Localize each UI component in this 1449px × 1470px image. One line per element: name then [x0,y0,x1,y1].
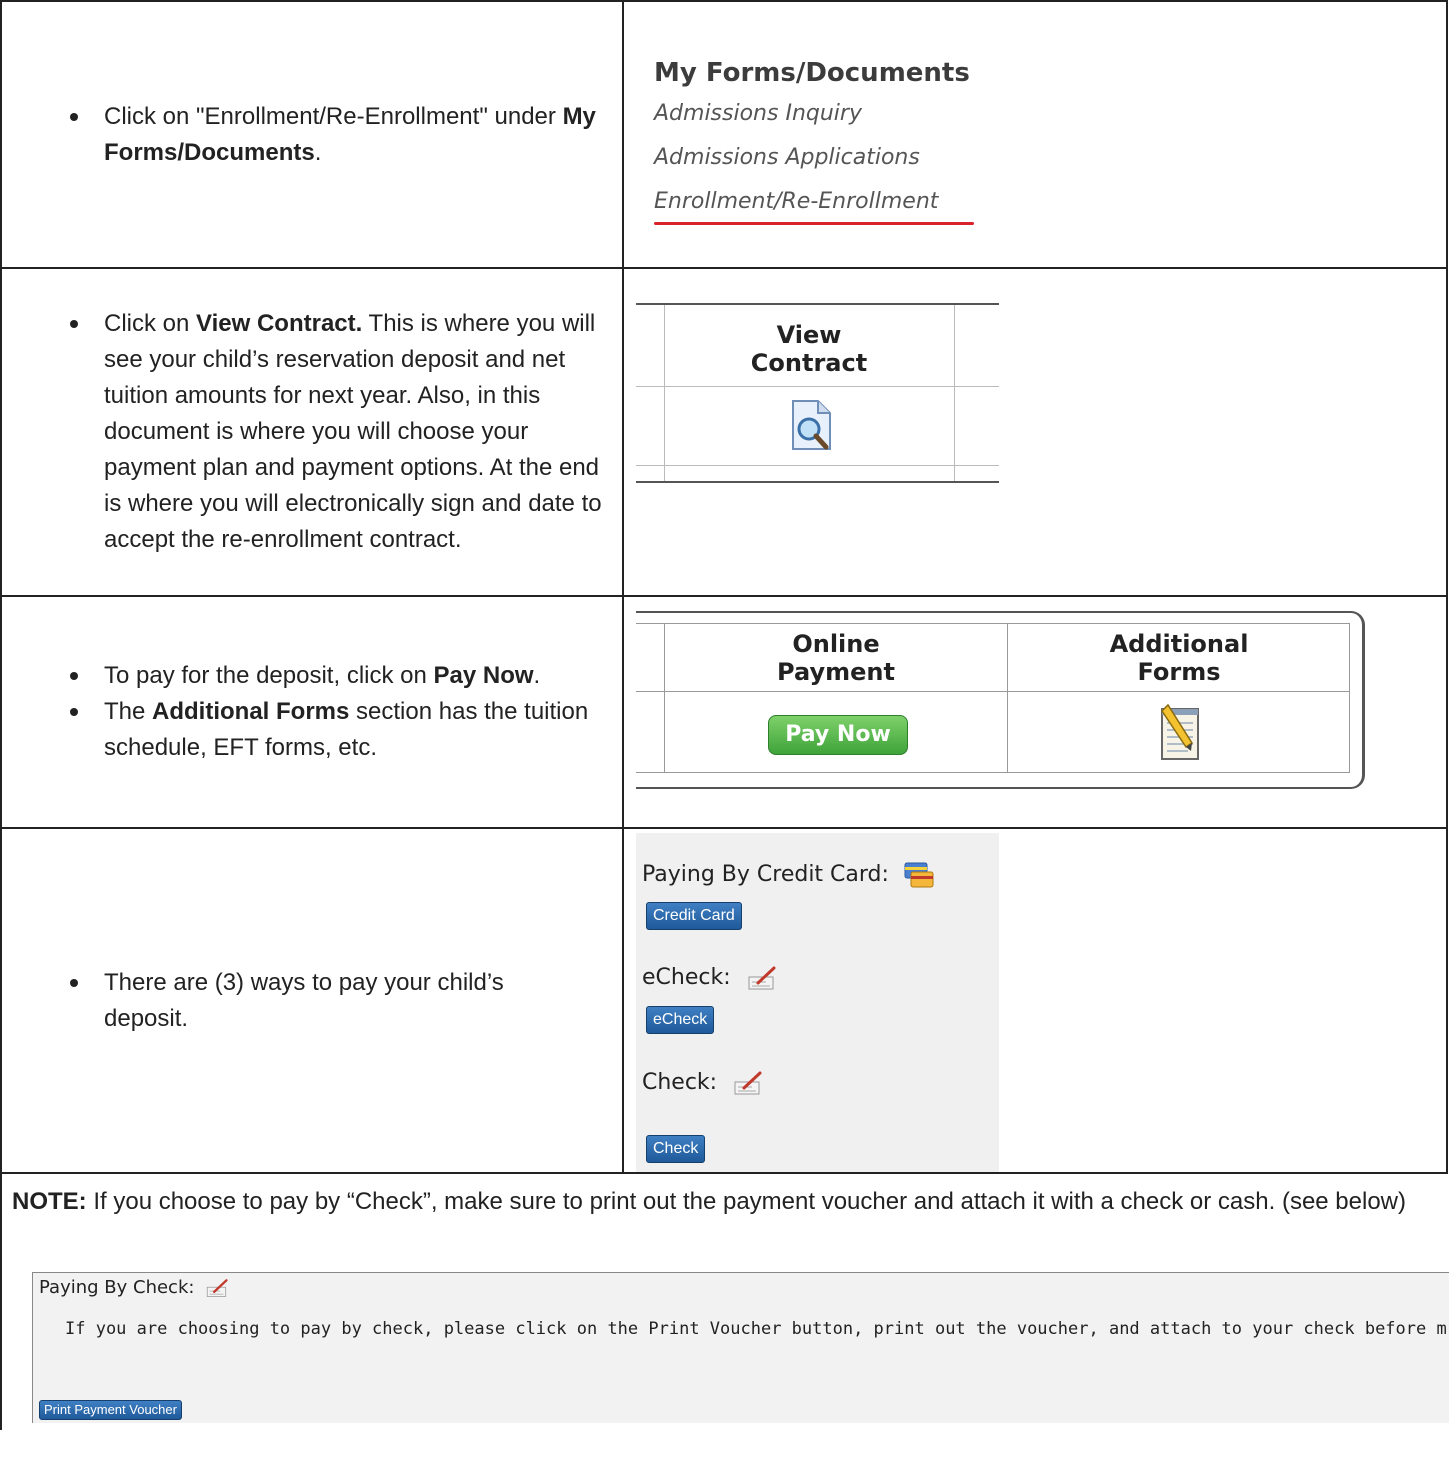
check-button[interactable]: Check [646,1135,706,1163]
row1-screenshot: My Forms/Documents Admissions Inquiry Ad… [622,0,1448,269]
additional-forms-header: Additional Forms [1109,630,1249,686]
document-magnifier-icon[interactable] [790,399,836,455]
check-pen-icon [207,1279,228,1297]
check-instructions: If you are choosing to pay by check, ple… [65,1319,1447,1339]
row2-instructions: Click on View Contract. This is where yo… [0,267,624,597]
row2-instruction: Click on View Contract. This is where yo… [70,306,602,558]
view-contract-header: View Contract [750,321,868,377]
notepad-pencil-icon[interactable] [1158,703,1204,763]
check-pen-icon [748,966,776,990]
echeck-label: eCheck: [642,965,778,991]
row1-instructions: Click on "Enrollment/Re-Enrollment" unde… [0,0,624,269]
link-enrollment[interactable]: Enrollment/Re-Enrollment [654,189,938,214]
note-section: NOTE: If you choose to pay by “Check”, m… [0,1172,1449,1430]
highlight-underline [654,222,974,225]
row2-screenshot: View Contract [622,267,1448,597]
paying-by-check-label: Paying By Check: [39,1277,230,1298]
credit-card-icon [904,862,934,888]
note-text: NOTE: If you choose to pay by “Check”, m… [12,1188,1407,1215]
forms-title: My Forms/Documents [654,58,970,88]
print-voucher-button[interactable]: Print Payment Voucher [39,1400,182,1420]
link-admissions-applications[interactable]: Admissions Applications [654,145,920,170]
row3-instructions: To pay for the deposit, click on Pay Now… [0,595,624,829]
check-label: Check: [642,1070,764,1096]
row1-instruction: Click on "Enrollment/Re-Enrollment" unde… [70,99,622,171]
credit-card-label: Paying By Credit Card: [642,861,934,889]
check-pen-icon [734,1071,762,1095]
row4-screenshot: Paying By Credit Card: Credit Card eChec… [622,827,1448,1174]
row4-instructions: There are (3) ways to pay your child’s d… [0,827,624,1174]
credit-card-button[interactable]: Credit Card [646,902,742,930]
echeck-button[interactable]: eCheck [646,1006,715,1034]
online-payment-header: Online Payment [777,630,895,686]
row3-instruction-2: The Additional Forms section has the tui… [70,694,622,766]
instruction-table: Click on "Enrollment/Re-Enrollment" unde… [0,0,1449,1430]
paying-by-check-panel: Paying By Check: If you are choosing to … [32,1272,1449,1423]
row3-instruction-1: To pay for the deposit, click on Pay Now… [70,658,622,694]
pay-now-button[interactable]: Pay Now [768,715,908,755]
row4-instruction: There are (3) ways to pay your child’s d… [70,965,592,1037]
link-admissions-inquiry[interactable]: Admissions Inquiry [654,101,862,126]
payment-methods-panel: Paying By Credit Card: Credit Card eChec… [636,833,999,1172]
row3-screenshot: Online Payment Additional Forms Pay Now [622,595,1448,829]
